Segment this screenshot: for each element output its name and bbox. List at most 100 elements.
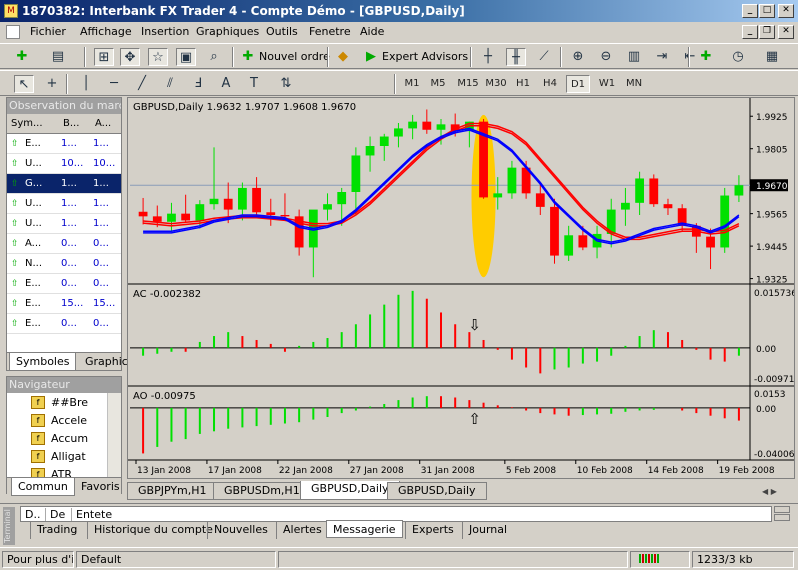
chart-tab[interactable]: GBPUSD,Daily xyxy=(300,481,400,500)
menu-graphiques[interactable]: Graphiques xyxy=(196,25,259,38)
col-bid[interactable]: B... xyxy=(63,118,79,129)
tile-windows-icon[interactable]: ▥ xyxy=(624,48,644,66)
market-watch-row[interactable]: ⇧ E... 15... 15... xyxy=(7,294,121,314)
new-order-icon[interactable]: ✚ xyxy=(238,48,258,66)
timeframe-w1[interactable]: W1 xyxy=(595,75,619,93)
trendline-icon[interactable]: ╱ xyxy=(132,75,152,93)
templates-icon[interactable]: ▦ xyxy=(762,48,782,66)
terminal-tab[interactable]: Experts xyxy=(405,521,454,539)
scroll-up-icon[interactable] xyxy=(774,506,790,513)
navigator-item[interactable]: f Accum xyxy=(31,430,88,448)
navigator-item[interactable]: f Accele xyxy=(31,412,87,430)
periods-icon[interactable]: ◷ xyxy=(728,48,748,66)
menu-aide[interactable]: Aide xyxy=(360,25,384,38)
text-label-icon[interactable]: T xyxy=(244,75,264,93)
bar-chart-icon[interactable]: ┼ xyxy=(478,48,498,66)
chart-tab[interactable]: GBPUSD,Daily xyxy=(387,482,487,500)
terminal-icon[interactable]: ▣ xyxy=(176,48,196,66)
tab-favoris[interactable]: Favoris xyxy=(75,478,126,496)
child-minimize-icon[interactable]: _ xyxy=(742,25,758,39)
channel-icon[interactable]: ⫽ xyxy=(160,75,180,93)
navigator-icon[interactable]: ☆ xyxy=(148,48,168,66)
market-watch-row[interactable]: ⇧ A... 0... 0... xyxy=(7,234,121,254)
minimize-icon[interactable]: _ xyxy=(742,4,758,18)
scroll-down-icon[interactable] xyxy=(774,514,790,521)
terminal-tab[interactable]: Trading xyxy=(30,521,77,539)
terminal-tab[interactable]: Journal xyxy=(462,521,507,539)
market-watch-row[interactable]: ⇧ U... 10... 10... xyxy=(7,154,121,174)
vertical-line-icon[interactable]: │ xyxy=(76,75,96,93)
horizontal-line-icon[interactable]: ─ xyxy=(104,75,124,93)
chart-tab[interactable]: GBPJPYm,H1 xyxy=(127,482,218,500)
expert-advisors-icon[interactable]: ▶ xyxy=(361,48,381,66)
indicator-icon: f xyxy=(31,450,45,463)
zoom-out-icon[interactable]: ⊖ xyxy=(596,48,616,66)
chart-window[interactable]: GBPUSD,Daily 1.9632 1.9707 1.9608 1.9670… xyxy=(127,97,797,479)
col-de[interactable]: De xyxy=(45,508,65,521)
market-watch-row[interactable]: ⇧ E... 1... 1... xyxy=(7,134,121,154)
strategy-tester-icon[interactable]: ⌕ xyxy=(204,48,224,66)
cursor-icon[interactable]: ↖ xyxy=(14,75,34,93)
market-watch-row[interactable]: ⇧ G... 1... 1... xyxy=(7,174,121,194)
menu-fichier[interactable]: Fichier xyxy=(30,25,66,38)
fibonacci-icon[interactable]: Ⅎ xyxy=(188,75,208,93)
new-order-button[interactable]: Nouvel ordre xyxy=(259,50,330,63)
date-tick-label: 27 Jan 2008 xyxy=(350,466,404,476)
candlestick-icon[interactable]: ╫ xyxy=(506,48,526,66)
menu-affichage[interactable]: Affichage xyxy=(80,25,132,38)
child-restore-icon[interactable]: ❐ xyxy=(759,25,775,39)
new-chart-icon[interactable]: ✚ xyxy=(12,48,32,66)
market-watch-row[interactable]: ⇧ U... 1... 1... xyxy=(7,214,121,234)
col-symbol[interactable]: Sym... xyxy=(11,118,43,129)
tab-symboles[interactable]: Symboles xyxy=(9,353,77,371)
terminal-tab[interactable]: Messagerie xyxy=(326,520,403,538)
market-watch-icon[interactable]: ⊞ xyxy=(94,48,114,66)
market-watch-row[interactable]: ⇧ E... 0... 0... xyxy=(7,274,121,294)
text-icon[interactable]: A xyxy=(216,75,236,93)
terminal-tab[interactable]: Alertes xyxy=(276,521,322,539)
child-close-icon[interactable]: ✕ xyxy=(778,25,794,39)
arrows-icon[interactable]: ⇅ xyxy=(276,75,296,93)
terminal-tab[interactable]: Nouvelles xyxy=(207,521,268,539)
app-icon[interactable]: M xyxy=(4,4,18,18)
tabs-scroll-icon[interactable]: ◀ ▶ xyxy=(762,487,777,496)
indicators-icon[interactable]: ✚ xyxy=(696,48,716,66)
data-window-icon[interactable]: ✥ xyxy=(120,48,140,66)
profiles-icon[interactable]: ▤ xyxy=(48,48,68,66)
chart-tab[interactable]: GBPUSDm,H1 xyxy=(213,482,311,500)
timeframe-h4[interactable]: H4 xyxy=(538,75,562,93)
timeframe-m5[interactable]: M5 xyxy=(426,75,450,93)
timeframe-d1[interactable]: D1 xyxy=(566,75,590,93)
timeframe-mn[interactable]: MN xyxy=(622,75,646,93)
timeframe-h1[interactable]: H1 xyxy=(511,75,535,93)
date-tick-label: 14 Feb 2008 xyxy=(648,466,704,476)
chart-window-icon[interactable] xyxy=(6,25,20,39)
tab-graphic[interactable]: Graphic xyxy=(79,353,134,371)
line-chart-icon[interactable]: ⟋ xyxy=(534,48,554,66)
navigator-item[interactable]: f Alligat xyxy=(31,448,86,466)
market-watch-row[interactable]: ⇧ E... 0... 0... xyxy=(7,314,121,334)
menu-fenetre[interactable]: Fenetre xyxy=(309,25,351,38)
timeframe-m1[interactable]: M1 xyxy=(400,75,424,93)
menu-insertion[interactable]: Insertion xyxy=(141,25,189,38)
col-date[interactable]: D.. xyxy=(25,508,40,521)
navigator-scrollbar[interactable] xyxy=(107,393,121,477)
close-icon[interactable]: ✕ xyxy=(778,4,794,18)
chart-canvas[interactable]: GBPUSD,Daily 1.9632 1.9707 1.9608 1.9670… xyxy=(128,98,797,478)
col-entete[interactable]: Entete xyxy=(71,508,112,521)
col-ask[interactable]: A... xyxy=(95,118,111,129)
navigator-item[interactable]: f ##Bre xyxy=(31,394,88,412)
metaeditor-icon[interactable]: ◆ xyxy=(333,48,353,66)
maximize-icon[interactable]: □ xyxy=(759,4,775,18)
menu-outils[interactable]: Outils xyxy=(266,25,298,38)
tab-commun[interactable]: Commun xyxy=(11,478,75,496)
market-watch-row[interactable]: ⇧ U... 1... 1... xyxy=(7,194,121,214)
crosshair-icon[interactable]: + xyxy=(42,75,62,93)
autoscroll-icon[interactable]: ⇥ xyxy=(652,48,672,66)
timeframe-m15[interactable]: M15 xyxy=(454,75,482,93)
expert-advisors-button[interactable]: Expert Advisors xyxy=(382,50,468,63)
timeframe-m30[interactable]: M30 xyxy=(482,75,510,93)
market-watch-row[interactable]: ⇧ N... 0... 0... xyxy=(7,254,121,274)
zoom-in-icon[interactable]: ⊕ xyxy=(568,48,588,66)
terminal-tab[interactable]: Historique du compte xyxy=(87,521,213,539)
